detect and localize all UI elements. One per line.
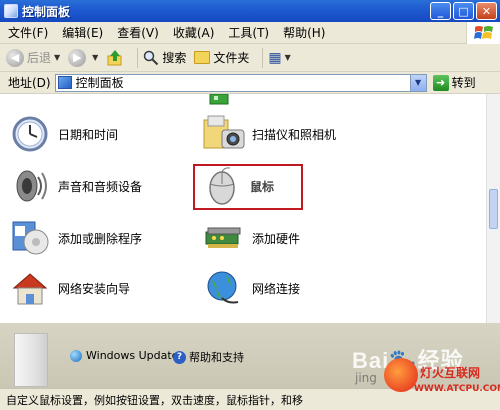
search-button[interactable]: 搜索: [143, 47, 186, 69]
maximize-button[interactable]: □: [453, 2, 474, 20]
folders-button[interactable]: 文件夹: [194, 47, 249, 69]
back-dropdown-icon[interactable]: ▼: [54, 53, 60, 62]
forward-dropdown-icon[interactable]: ▼: [92, 53, 98, 62]
item-network-connections[interactable]: 网络连接: [202, 266, 300, 310]
folders-label: 文件夹: [213, 51, 250, 65]
minimize-button[interactable]: _: [430, 2, 451, 20]
site-url: WWW.ATCPU.COM: [414, 384, 500, 394]
windows-update-label: Windows Update: [86, 349, 179, 362]
toolbar: ◀ 后退 ▼ ▶ ▼ 搜索 文件夹 ▦ ▼: [0, 44, 500, 72]
item-label: 添加或删除程序: [58, 231, 143, 246]
views-button[interactable]: ▦ ▼: [268, 47, 290, 69]
add-hardware-icon: [202, 218, 246, 258]
back-arrow-icon: ◀: [6, 48, 24, 67]
details-preview-icon: [14, 333, 48, 387]
item-label: 声音和音频设备: [58, 179, 143, 194]
item-label: 网络安装向导: [58, 281, 131, 296]
item-sounds-audio[interactable]: 声音和音频设备: [8, 164, 142, 208]
close-button[interactable]: ✕: [476, 2, 497, 20]
item-scanners-cameras[interactable]: 扫描仪和照相机: [202, 112, 336, 156]
help-icon: ?: [173, 350, 186, 364]
item-add-remove-programs[interactable]: 添加或删除程序: [8, 216, 142, 260]
windows-update-link[interactable]: Windows Update: [70, 349, 178, 362]
windows-logo-icon: [466, 22, 500, 44]
go-label: 转到: [451, 76, 476, 90]
address-bar: 地址(D) 控制面板 ▼ ➜ 转到: [0, 72, 500, 94]
views-icon: ▦: [268, 49, 282, 66]
vertical-scrollbar[interactable]: [486, 94, 500, 324]
forward-arrow-icon: ▶: [68, 48, 87, 67]
search-label: 搜索: [162, 51, 187, 65]
mouse-highlight-box: [193, 164, 303, 210]
go-button[interactable]: ➜ 转到: [432, 74, 476, 91]
menu-view[interactable]: 查看(V): [117, 24, 159, 41]
folder-icon: [194, 51, 211, 64]
flame-logo-icon: [384, 358, 418, 392]
home-network-icon: [8, 268, 52, 308]
search-icon: [143, 50, 159, 66]
site-watermark: 灯火互联网 WWW.ATCPU.COM: [384, 358, 500, 410]
item-network-setup-wizard[interactable]: 网络安装向导: [8, 266, 130, 310]
item-label: 扫描仪和照相机: [252, 127, 337, 142]
address-value: 控制面板: [75, 76, 124, 90]
control-panel-small-icon: [57, 76, 72, 89]
up-folder-icon: [106, 49, 124, 67]
control-panel-icon: [4, 4, 18, 18]
forward-button[interactable]: ▶ ▼: [68, 47, 98, 69]
scanner-camera-icon: [202, 114, 246, 154]
globe-network-icon: [202, 268, 246, 308]
menu-favorites[interactable]: 收藏(A): [173, 24, 215, 41]
address-label: 地址(D): [8, 76, 51, 90]
item-label: 网络连接: [252, 281, 301, 296]
item-label: 日期和时间: [58, 127, 119, 142]
toolbar-separator: [262, 47, 264, 68]
item-label: 添加硬件: [252, 231, 301, 246]
menu-file[interactable]: 文件(F): [8, 24, 48, 41]
back-label: 后退: [27, 51, 52, 65]
clock-icon: [8, 114, 52, 154]
help-support-label: 帮助和支持: [189, 351, 244, 364]
menu-help[interactable]: 帮助(H): [283, 24, 325, 41]
window-title: 控制面板: [22, 4, 71, 19]
menu-bar: 文件(F) 编辑(E) 查看(V) 收藏(A) 工具(T) 帮助(H): [0, 22, 500, 44]
item-date-time[interactable]: 日期和时间: [8, 112, 118, 156]
address-dropdown-icon[interactable]: ▼: [409, 74, 426, 91]
site-name: 灯火互联网: [420, 366, 481, 380]
scrollbar-thumb[interactable]: [489, 189, 498, 229]
back-button[interactable]: ◀ 后退 ▼: [6, 47, 60, 69]
up-button[interactable]: [106, 47, 124, 69]
title-bar: 控制面板 _ □ ✕: [0, 0, 500, 22]
go-arrow-icon: ➜: [432, 74, 449, 91]
speaker-icon: [8, 166, 52, 206]
status-text: 自定义鼠标设置，例如按钮设置，双击速度，鼠标指针，和移: [6, 393, 303, 407]
window-buttons: _ □ ✕: [430, 2, 497, 20]
jingyan-watermark: jing: [355, 371, 377, 385]
menu-edit[interactable]: 编辑(E): [62, 24, 103, 41]
partial-item-icon: [206, 94, 236, 106]
address-field[interactable]: 控制面板 ▼: [54, 73, 427, 92]
add-remove-programs-icon: [8, 218, 52, 258]
views-dropdown-icon[interactable]: ▼: [285, 53, 291, 62]
help-support-link[interactable]: ? 帮助和支持: [173, 349, 244, 365]
item-add-hardware[interactable]: 添加硬件: [202, 216, 300, 260]
toolbar-separator: [137, 47, 139, 68]
control-panel-content: 日期和时间 扫描仪和照相机 声音和音频设备 鼠标 添加或删除程序 添加硬件 网络…: [0, 94, 500, 394]
windows-update-icon: [70, 349, 82, 362]
menu-tools[interactable]: 工具(T): [228, 24, 269, 41]
